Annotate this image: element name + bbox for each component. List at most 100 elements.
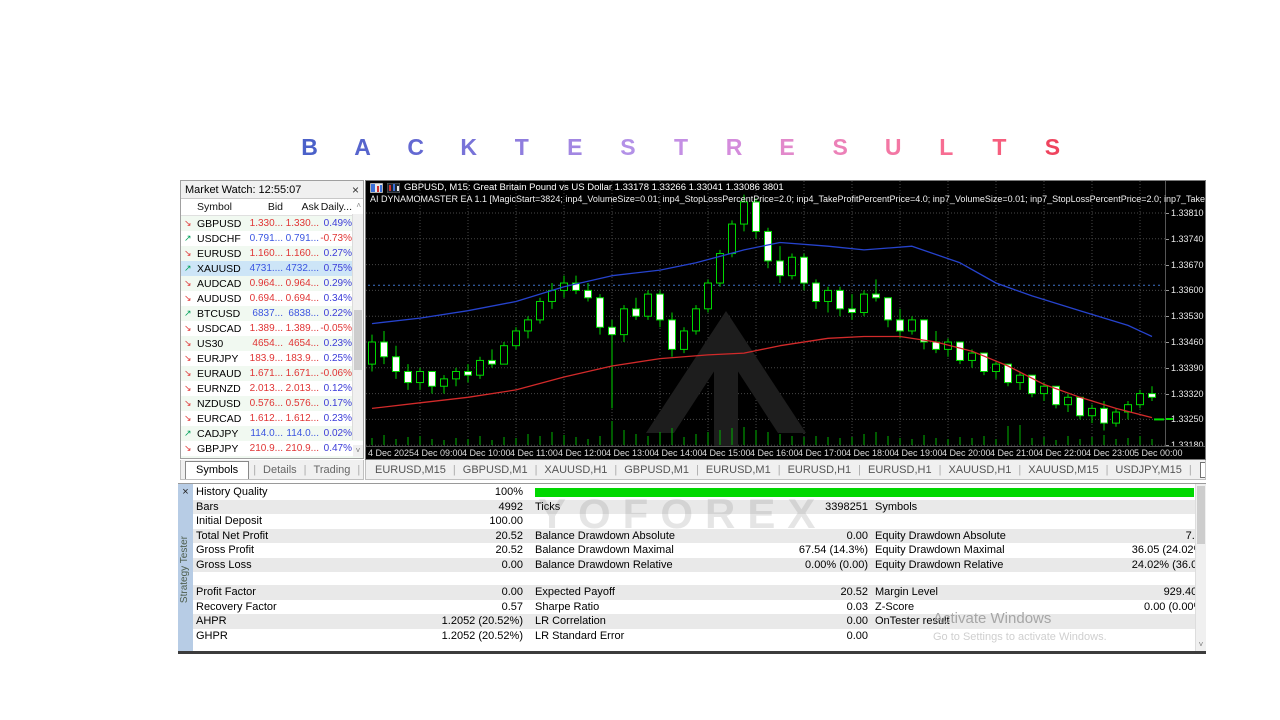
ask-value: 183.9... (285, 353, 319, 364)
title-letter: E (779, 134, 795, 160)
chart-tab-eurusd-h1[interactable]: EURUSD,H1 (785, 464, 855, 476)
column-daily[interactable]: Daily... (319, 201, 352, 213)
title-letter: K (460, 134, 478, 160)
scrollbar-thumb[interactable] (354, 310, 362, 370)
trend-down-icon: ↘ (184, 383, 192, 393)
market-watch-row-usdcad[interactable]: ↘ USDCAD 1.389... 1.389... -0.05% (181, 321, 363, 336)
price-axis-label: 1.33320 (1171, 388, 1204, 399)
metric-value: 20.52 (495, 529, 523, 542)
trend-up-icon: ↗ (184, 308, 192, 318)
market-watch-row-cadjpy[interactable]: ↗ CADJPY 114.0... 114.0... 0.02% (181, 426, 363, 441)
strategy-tester-panel: × Strategy Tester History Quality 100% Bar… (178, 483, 1206, 654)
daily-change: 0.12% (323, 383, 352, 394)
scrollbar-thumb[interactable] (1197, 486, 1205, 544)
time-axis-label: 4 Dec 23:00 (1086, 448, 1135, 458)
symbol-name: USDCHF (197, 232, 241, 245)
market-watch-row-gbpchf[interactable]: ↘GBPCHF1.053...1.054...0.33% (181, 456, 363, 459)
chart-window[interactable]: GBPUSD, M15: Great Britain Pound vs US D… (365, 180, 1206, 460)
tab-separator: | (303, 463, 307, 476)
chart-tab-usdjpy-m15[interactable]: USDJPY,M15 (1112, 464, 1184, 476)
metric-value: 1.2052 (20.52%) (441, 629, 523, 642)
close-icon[interactable]: × (178, 486, 193, 498)
metric-value: 3398251 (825, 500, 868, 513)
strategy-tester-strip[interactable]: × Strategy Tester (178, 484, 193, 651)
column-symbol[interactable]: Symbol (197, 201, 247, 213)
time-axis-label: 4 Dec 16:00 (750, 448, 799, 458)
chart-tab-gbpusd-m15[interactable]: GBPUSD,M15 (1199, 461, 1205, 478)
tab-separator: | (938, 463, 942, 476)
daily-change: 0.23% (323, 413, 352, 424)
chart-tab-gbpusd-m1[interactable]: GBPUSD,M1 (460, 464, 531, 476)
scroll-up-icon[interactable]: ˄ (356, 201, 361, 210)
table-row: History Quality 100% (193, 485, 1196, 500)
ea-parameters-text: AI DYNAMOMASTER EA 1.1 [MagicStart=3824;… (370, 194, 1205, 204)
symbol-name: AUDUSD (197, 292, 242, 305)
price-axis[interactable]: 1.33810 1.33740 1.33670 1.33600 1.33530 1.334… (1165, 181, 1205, 450)
tab-separator: | (452, 463, 456, 476)
bid-value: 4731.... (249, 263, 283, 274)
daily-change: 0.23% (323, 338, 352, 349)
market-watch-row-eurcad[interactable]: ↘ EURCAD 1.612... 1.612... 0.23% (181, 411, 363, 426)
bid-value: 1.330... (249, 218, 283, 229)
bid-value: 210.9... (249, 443, 283, 454)
chart-tab-eurusd-m15[interactable]: EURUSD,M15 (372, 464, 449, 476)
market-watch-scrollbar[interactable] (352, 214, 363, 440)
symbol-name: GBPCHF (197, 458, 247, 459)
title-letter: E (567, 134, 583, 160)
trend-up-icon: ↗ (184, 233, 192, 243)
market-watch-row-audusd[interactable]: ↘ AUDUSD 0.694... 0.694... 0.34% (181, 291, 363, 306)
title-letter: T (514, 134, 529, 160)
market-watch-row-xauusd[interactable]: ↗ XAUUSD 4731.... 4732.... 0.75% (181, 261, 363, 276)
tester-scrollbar[interactable]: ˅ (1195, 484, 1206, 651)
tab-details[interactable]: Details (260, 464, 300, 476)
symbol-name: EURNZD (197, 382, 241, 395)
market-watch-row-nzdusd[interactable]: ↘ NZDUSD 0.576... 0.576... 0.17% (181, 396, 363, 411)
column-ask[interactable]: Ask (283, 201, 319, 213)
title-letter: T (992, 134, 1007, 160)
trend-down-icon: ↘ (184, 323, 192, 333)
tab-separator: | (777, 463, 781, 476)
chart-tab-xauusd-h1[interactable]: XAUUSD,H1 (541, 464, 610, 476)
bid-value: 1.053... (247, 458, 283, 459)
ask-value: 2.013... (285, 383, 319, 394)
tab-separator: | (253, 463, 257, 476)
market-watch-row-euraud[interactable]: ↘ EURAUD 1.671... 1.671... -0.06% (181, 366, 363, 381)
scroll-down-icon[interactable]: ˅ (1196, 638, 1206, 651)
market-watch-row-gbpjpy[interactable]: ↘ GBPJPY 210.9... 210.9... 0.47% (181, 441, 363, 456)
table-row: Total Net Profit 20.52 Balance Drawdown Ab… (193, 528, 1206, 543)
time-axis-label: 4 Dec 13:00 (606, 448, 655, 458)
time-axis[interactable]: 4 Dec 2025 4 Dec 09:00 4 Dec 10:00 4 Dec 11… (366, 446, 1205, 459)
market-watch-row-usdchf[interactable]: ↗ USDCHF 0.791... 0.791... -0.73% (181, 231, 363, 246)
market-watch-row-eurnzd[interactable]: ↘ EURNZD 2.013... 2.013... 0.12% (181, 381, 363, 396)
metric-value: 0.00 (846, 615, 868, 627)
chart-tab-gbpusd-m1[interactable]: GBPUSD,M1 (621, 464, 692, 476)
trend-down-icon: ↘ (184, 338, 192, 348)
market-watch-row-btcusd[interactable]: ↗ BTCUSD 6837... 6838... 0.22% (181, 306, 363, 321)
table-row: Bars4992Ticks3398251Symbols1 (193, 499, 1206, 514)
market-watch-rows: ↘ GBPUSD 1.330... 1.330... 0.49% ↗ USDCHF 0.791… (181, 216, 363, 459)
tab-separator: | (614, 463, 618, 476)
chart-tab-xauusd-m15[interactable]: XAUUSD,M15 (1025, 464, 1101, 476)
market-watch-row-audcad[interactable]: ↘ AUDCAD 0.964... 0.964... 0.29% (181, 276, 363, 291)
time-axis-label: 4 Dec 11:00 (510, 448, 558, 458)
close-icon[interactable]: × (352, 184, 359, 196)
column-bid[interactable]: Bid (247, 201, 283, 213)
market-watch-row-eurjpy[interactable]: ↘ EURJPY 183.9... 183.9... 0.25% (181, 351, 363, 366)
tab-separator: | (1188, 463, 1192, 476)
scroll-down-icon[interactable]: ˅ (353, 445, 363, 457)
chart-tab-eurusd-h1[interactable]: EURUSD,H1 (865, 464, 935, 476)
tab-trading[interactable]: Trading (311, 464, 354, 476)
market-watch-row-us30[interactable]: ↘ US30 4654... 4654... 0.23% (181, 336, 363, 351)
price-axis-label: 1.33530 (1171, 311, 1204, 322)
chart-title: GBPUSD, M15: Great Britain Pound vs US D… (370, 182, 784, 193)
chart-tab-eurusd-m1[interactable]: EURUSD,M1 (703, 464, 774, 476)
bid-value: 0.694... (249, 293, 283, 304)
market-watch-row-eurusd[interactable]: ↘ EURUSD 1.160... 1.160... 0.27% (181, 246, 363, 261)
candlestick-chart[interactable] (366, 181, 1165, 446)
market-watch-row-gbpusd[interactable]: ↘ GBPUSD 1.330... 1.330... 0.49% (181, 216, 363, 231)
time-axis-label: 4 Dec 21:00 (990, 448, 1039, 458)
bid-value: 1.160... (249, 248, 283, 259)
tab-symbols[interactable]: Symbols (185, 460, 250, 479)
metric-value: 1 (875, 501, 1206, 513)
chart-tab-xauusd-h1[interactable]: XAUUSD,H1 (945, 464, 1014, 476)
